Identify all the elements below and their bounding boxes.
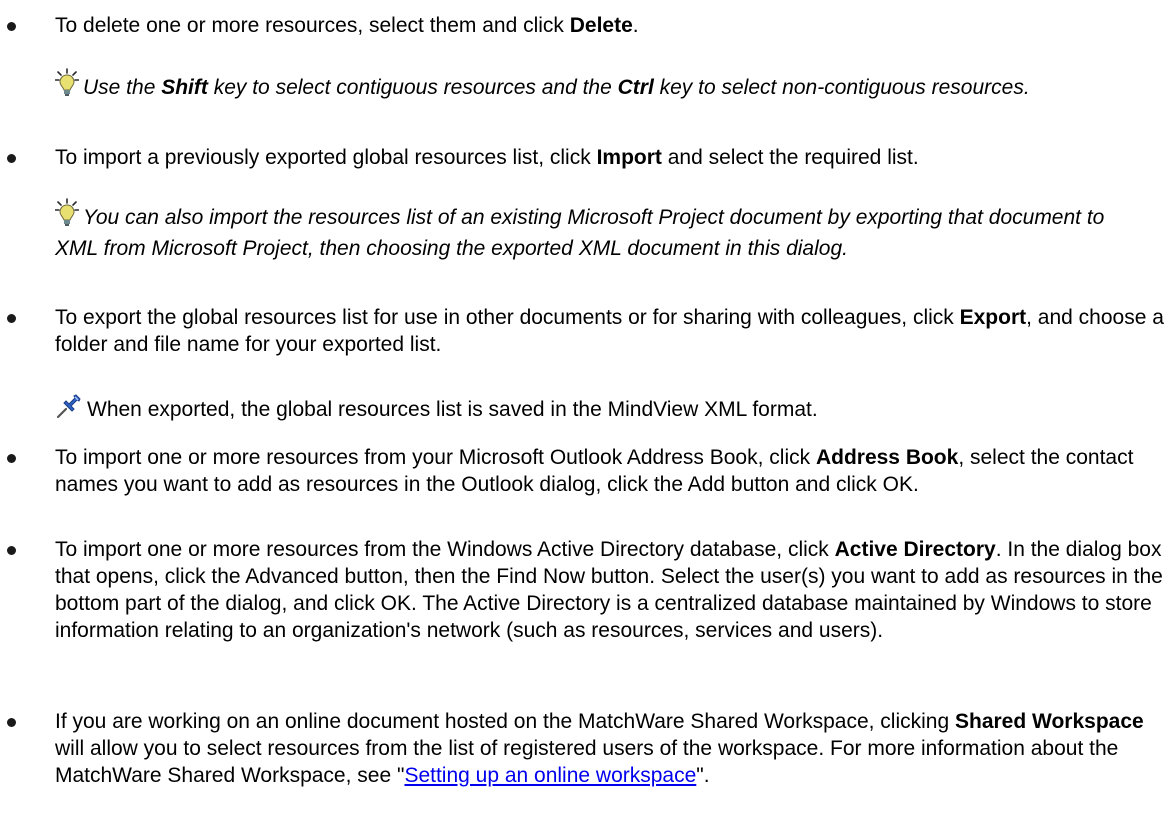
bullet-icon [7, 154, 16, 163]
item-text: To import one or more resources from you… [55, 446, 816, 469]
tip-text: key to select non-contiguous resources. [653, 76, 1030, 99]
item-text: If you are working on an online document… [55, 710, 955, 733]
item-text: To export the global resources list for … [55, 306, 960, 329]
setting-up-workspace-link[interactable]: Setting up an online workspace [404, 764, 696, 787]
list-item-shared-workspace: If you are working on an online document… [0, 708, 1176, 789]
item-text: ". [696, 764, 710, 787]
tip-msproject: You can also import the resources list o… [54, 198, 1146, 262]
list-item-active-directory: To import one or more resources from the… [0, 536, 1176, 644]
tip-bold: Ctrl [617, 76, 654, 99]
list-item-delete: To delete one or more resources, select … [0, 12, 1176, 39]
item-text: To import one or more resources from the… [55, 538, 835, 561]
item-bold-label: Export [959, 306, 1027, 329]
item-bold-label: Address Book [815, 446, 959, 469]
bullet-icon [7, 546, 16, 555]
lightbulb-icon [54, 68, 80, 105]
pushpin-icon [55, 392, 83, 427]
tip-bold: Shift [161, 76, 208, 99]
list-item-export: To export the global resources list for … [0, 304, 1176, 358]
item-bold-label: Active Directory [834, 538, 996, 561]
help-page: To delete one or more resources, select … [0, 0, 1176, 831]
list-item-address-book: To import one or more resources from you… [0, 444, 1176, 498]
tip-text: Use the [83, 76, 162, 99]
lightbulb-icon [54, 198, 80, 235]
bullet-icon [7, 454, 16, 463]
item-bold-label: Shared Workspace [955, 710, 1144, 733]
bullet-icon [7, 22, 16, 31]
item-bold-label: Delete [569, 14, 633, 37]
item-text: . [632, 14, 639, 37]
item-bold-label: Import [596, 146, 662, 169]
bullet-icon [7, 718, 16, 727]
tip-text: You can also import the resources list o… [55, 206, 1105, 260]
tip-text: key to select contiguous resources and t… [207, 76, 618, 99]
bullet-icon [7, 314, 16, 323]
item-text: and select the required list. [661, 146, 919, 169]
note-text: When exported, the global resources list… [87, 398, 818, 421]
item-text: To import a previously exported global r… [55, 146, 597, 169]
item-text: To delete one or more resources, select … [55, 14, 570, 37]
note-export-format: When exported, the global resources list… [55, 392, 1146, 427]
tip-shift-ctrl: Use the Shift key to select contiguous r… [54, 68, 1146, 105]
list-item-import: To import a previously exported global r… [0, 144, 1176, 171]
